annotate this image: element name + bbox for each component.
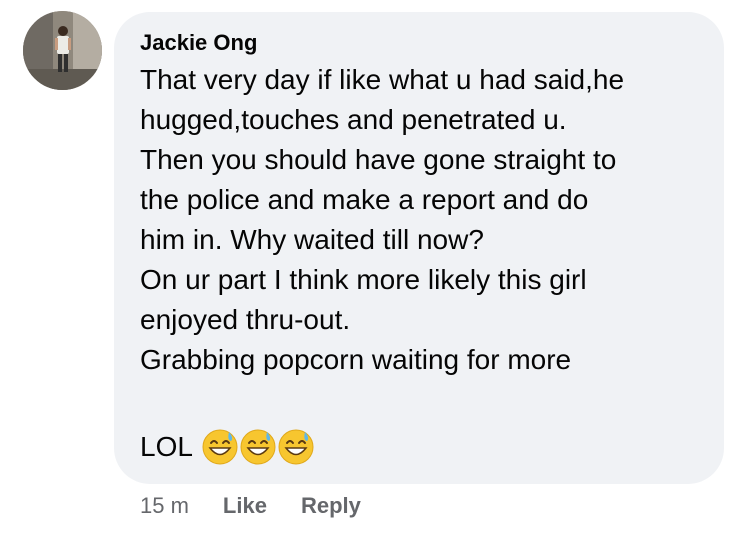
grinning-face-with-sweat-icon — [239, 428, 277, 466]
avatar-photo — [23, 11, 102, 90]
like-button[interactable]: Like — [223, 493, 267, 519]
comment-author[interactable]: Jackie Ong — [140, 30, 257, 56]
comment-line: the police and make a report and do — [140, 184, 589, 215]
comment-line: On ur part I think more likely this girl — [140, 264, 587, 295]
comment-line: Then you should have gone straight to — [140, 144, 617, 175]
avatar[interactable] — [23, 11, 102, 90]
comment-line: him in. Why waited till now? — [140, 224, 484, 255]
grinning-face-with-sweat-icon — [201, 428, 239, 466]
comment-closing-text: LOL — [140, 431, 193, 462]
comment-line: Grabbing popcorn waiting for more — [140, 344, 572, 375]
comment-actions: 15 m Like Reply — [140, 490, 395, 522]
comment-line: That very day if like what u had said,he — [140, 64, 625, 95]
comment-closing-line: LOL — [140, 427, 315, 467]
reply-button[interactable]: Reply — [301, 493, 361, 519]
comment-timestamp[interactable]: 15 m — [140, 493, 189, 519]
comment-line: enjoyed thru-out. — [140, 304, 351, 335]
comment-body: That very day if like what u had said,he… — [140, 60, 710, 380]
grinning-face-with-sweat-icon — [277, 428, 315, 466]
comment-line: hugged,touches and penetrated u. — [140, 104, 567, 135]
